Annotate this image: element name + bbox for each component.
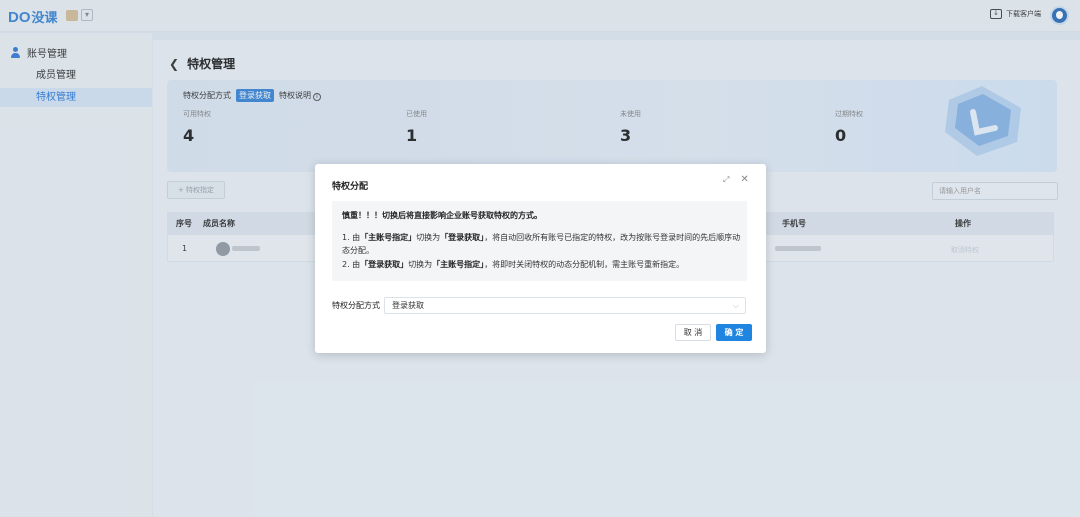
warning-title: 慎重！！！切换后将直接影响企业账号获取特权的方式。 xyxy=(342,211,542,220)
line2-suffix: ，将即时关闭特权的动态分配机制，需主账号重新指定。 xyxy=(484,260,685,269)
modal-controls: ⤢ ✕ xyxy=(723,174,749,185)
line2-to: 「主账号指定」 xyxy=(432,260,485,269)
mode-field-label: 特权分配方式 xyxy=(332,301,380,310)
chevron-down-icon: ⌵ xyxy=(732,301,739,310)
line2-from: 「登录获取」 xyxy=(360,260,409,269)
close-icon[interactable]: ✕ xyxy=(740,174,748,185)
line1-prefix: 1. 由 xyxy=(342,233,361,242)
line1-from: 「主账号指定」 xyxy=(360,233,417,242)
mode-select[interactable]: 登录获取 ⌵ xyxy=(384,297,746,314)
line1-to: 「登录获取」 xyxy=(440,233,485,242)
cancel-button[interactable]: 取 消 xyxy=(675,324,711,341)
line2-prefix: 2. 由 xyxy=(342,260,361,269)
confirm-button[interactable]: 确 定 xyxy=(716,324,752,341)
mode-form-row: 特权分配方式 登录获取 ⌵ xyxy=(332,297,746,314)
warning-box: 慎重！！！切换后将直接影响企业账号获取特权的方式。 1. 由「主账号指定」切换为… xyxy=(332,201,747,281)
warning-line-1: 1. 由「主账号指定」切换为「登录获取」，将自动回收所有账号已指定的特权，改为按… xyxy=(342,231,744,257)
line1-mid: 切换为 xyxy=(416,233,441,242)
mode-select-value: 登录获取 xyxy=(392,301,424,310)
modal-title: 特权分配 xyxy=(332,182,369,192)
privilege-assign-modal: 特权分配 ⤢ ✕ 慎重！！！切换后将直接影响企业账号获取特权的方式。 1. 由「… xyxy=(315,164,766,353)
fullscreen-icon[interactable]: ⤢ xyxy=(723,175,729,185)
line2-mid: 切换为 xyxy=(408,260,433,269)
warning-line-2: 2. 由「登录获取」切换为「主账号指定」，将即时关闭特权的动态分配机制，需主账号… xyxy=(342,258,744,271)
